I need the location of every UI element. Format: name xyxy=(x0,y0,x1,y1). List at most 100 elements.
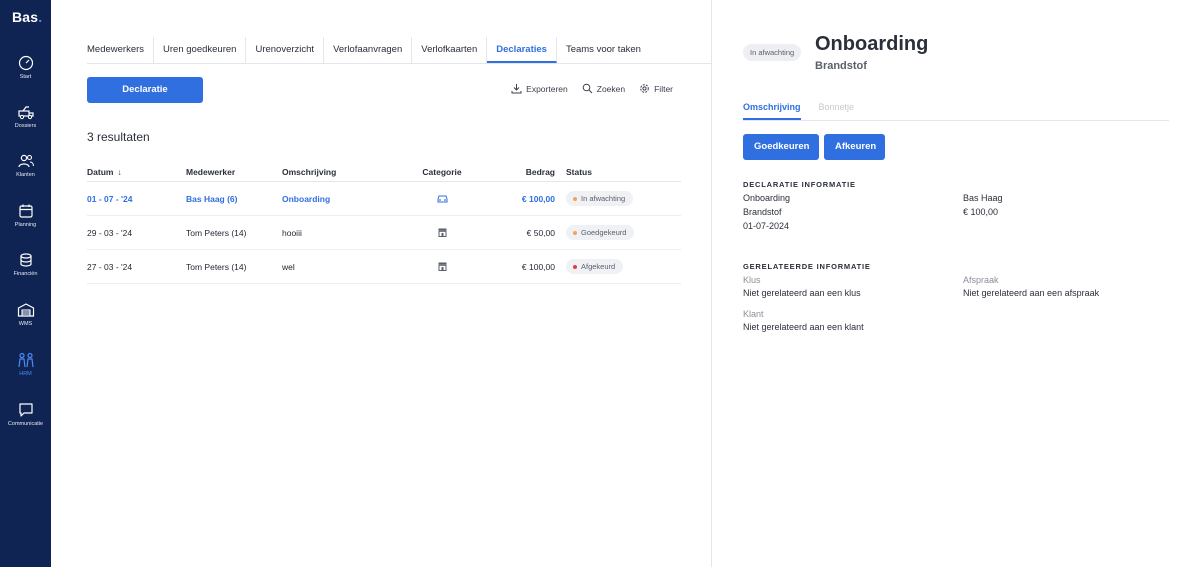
tab-omschrijving[interactable]: Omschrijving xyxy=(743,100,801,120)
row-amount: € 100,00 xyxy=(521,193,555,204)
header-amount: Bedrag xyxy=(525,166,555,177)
sidebar-item-label: Planning xyxy=(14,222,37,228)
approve-button[interactable]: Goedkeuren xyxy=(743,134,819,160)
export-button[interactable]: Exporteren xyxy=(511,83,568,94)
main-content: Medewerkers Uren goedkeuren Urenoverzich… xyxy=(51,0,711,567)
tab-uren-goedkeuren[interactable]: Uren goedkeuren xyxy=(154,37,247,63)
declarations-table: Datum ↓ Medewerker Omschrijving Categorie… xyxy=(87,162,681,284)
detail-panel: In afwachting Onboarding Brandstof Omsch… xyxy=(711,0,1200,567)
sidebar-item-hrm[interactable]: HRM xyxy=(0,352,51,377)
tab-verlofkaarten[interactable]: Verlofkaarten xyxy=(412,37,488,63)
klus-value: Niet gerelateerd aan een klus xyxy=(743,288,861,298)
row-description: wel xyxy=(282,261,295,272)
download-icon xyxy=(511,84,522,94)
tab-urenoverzicht[interactable]: Urenoverzicht xyxy=(246,37,325,63)
detail-status-badge: In afwachting xyxy=(743,44,802,61)
row-employee: Tom Peters (14) xyxy=(186,261,247,272)
header-date[interactable]: Datum ↓ xyxy=(87,162,186,181)
klant-label: Klant xyxy=(743,309,764,319)
search-label: Zoeken xyxy=(596,83,626,94)
coins-icon xyxy=(19,253,32,267)
team-icon xyxy=(17,352,34,368)
tab-bar: Medewerkers Uren goedkeuren Urenoverzich… xyxy=(87,37,711,64)
warehouse-icon xyxy=(17,303,34,317)
sidebar-item-label: Dossiers xyxy=(14,123,37,129)
row-status: In afwachting xyxy=(566,182,681,215)
status-label: In afwachting xyxy=(581,194,626,203)
results-count: 3 resultaten xyxy=(87,130,150,144)
table-row[interactable]: 01 - 07 - '24 Bas Haag (6) Onboarding € … xyxy=(87,182,681,216)
users-icon xyxy=(17,154,34,168)
search-button[interactable]: Zoeken xyxy=(582,83,625,94)
tab-bonnetje[interactable]: Bonnetje xyxy=(819,100,855,120)
row-description: hooiii xyxy=(282,227,302,238)
app-logo[interactable]: Bas. xyxy=(12,9,42,25)
row-category xyxy=(402,216,482,249)
add-declaration-button[interactable]: Declaratie toevoegen xyxy=(87,77,203,121)
chat-icon xyxy=(18,403,33,417)
row-employee: Bas Haag (6) xyxy=(186,193,238,204)
status-dot xyxy=(573,264,577,269)
header-status: Status xyxy=(566,166,592,177)
search-icon xyxy=(582,83,593,94)
sidebar-item-label: Financiën xyxy=(13,271,38,277)
sidebar-item-start[interactable]: Start xyxy=(0,55,51,80)
table-row[interactable]: 27 - 03 - '24 Tom Peters (14) wel € 100,… xyxy=(87,250,681,284)
sidebar-item-klanten[interactable]: Klanten xyxy=(0,153,51,178)
status-dot xyxy=(573,230,577,235)
sort-arrow-icon: ↓ xyxy=(117,166,122,177)
header-category: Categorie xyxy=(422,166,462,177)
gauge-icon xyxy=(18,55,33,71)
row-amount: € 50,00 xyxy=(526,227,555,238)
reject-button[interactable]: Afkeuren xyxy=(824,134,885,160)
dossiers-icon xyxy=(17,106,34,120)
car-icon xyxy=(437,195,447,203)
tab-medewerkers[interactable]: Medewerkers xyxy=(87,37,155,63)
sidebar-item-label: Klanten xyxy=(16,172,35,178)
detail-tab-bar: Omschrijving Bonnetje xyxy=(743,100,1169,121)
sidebar-item-financien[interactable]: Financiën xyxy=(0,252,51,277)
row-category xyxy=(402,250,482,283)
status-label: Goedgekeurd xyxy=(581,228,627,237)
sidebar-item-dossiers[interactable]: Dossiers xyxy=(0,104,51,129)
sidebar-item-communicatie[interactable]: Communicatie xyxy=(0,402,51,427)
decl-employee: Bas Haag xyxy=(963,193,1003,203)
afspraak-value: Niet gerelateerd aan een afspraak xyxy=(963,288,1100,298)
filter-button[interactable]: Filter xyxy=(639,83,673,94)
row-status: Afgekeurd xyxy=(566,250,681,283)
table-row[interactable]: 29 - 03 - '24 Tom Peters (14) hooiii € 5… xyxy=(87,216,681,250)
declaration-info-heading: DECLARATIE INFORMATIE xyxy=(743,180,856,189)
filter-label: Filter xyxy=(654,83,673,94)
decl-date: 01-07-2024 xyxy=(743,221,790,231)
sidebar-item-planning[interactable]: Planning xyxy=(0,203,51,228)
sidebar: Bas. Start Dossiers Klanten Planning Fin… xyxy=(0,0,51,567)
klant-value: Niet gerelateerd aan een klant xyxy=(743,322,864,332)
export-label: Exporteren xyxy=(526,83,568,94)
row-date: 29 - 03 - '24 xyxy=(87,227,133,238)
sidebar-item-label: Communicatie xyxy=(7,421,44,427)
status-dot xyxy=(573,196,577,201)
row-amount: € 100,00 xyxy=(521,261,555,272)
sidebar-item-label: Start xyxy=(19,74,32,80)
sidebar-item-label: HRM xyxy=(19,371,32,377)
status-badge: Goedgekeurd xyxy=(566,225,635,240)
header-date-label: Datum xyxy=(87,166,114,177)
decl-amount: € 100,00 xyxy=(963,207,999,217)
tab-verlofaanvragen[interactable]: Verlofaanvragen xyxy=(324,37,413,63)
row-description: Onboarding xyxy=(282,193,331,204)
status-label: Afgekeurd xyxy=(581,262,616,271)
status-badge: Afgekeurd xyxy=(566,259,624,274)
tab-declaraties[interactable]: Declaraties xyxy=(487,37,557,63)
afspraak-label: Afspraak xyxy=(963,275,999,285)
detail-title: Onboarding xyxy=(815,33,929,55)
store-icon xyxy=(438,262,446,271)
row-employee: Tom Peters (14) xyxy=(186,227,247,238)
related-info-heading: GERELATEERDE INFORMATIE xyxy=(743,262,871,271)
sidebar-item-wms[interactable]: WMS xyxy=(0,302,51,327)
row-category xyxy=(402,182,482,215)
decl-category: Brandstof xyxy=(743,207,782,217)
row-date: 27 - 03 - '24 xyxy=(87,261,133,272)
store-icon xyxy=(438,228,446,237)
gear-icon xyxy=(640,84,649,93)
tab-teams-voor-taken[interactable]: Teams voor taken xyxy=(557,37,650,63)
